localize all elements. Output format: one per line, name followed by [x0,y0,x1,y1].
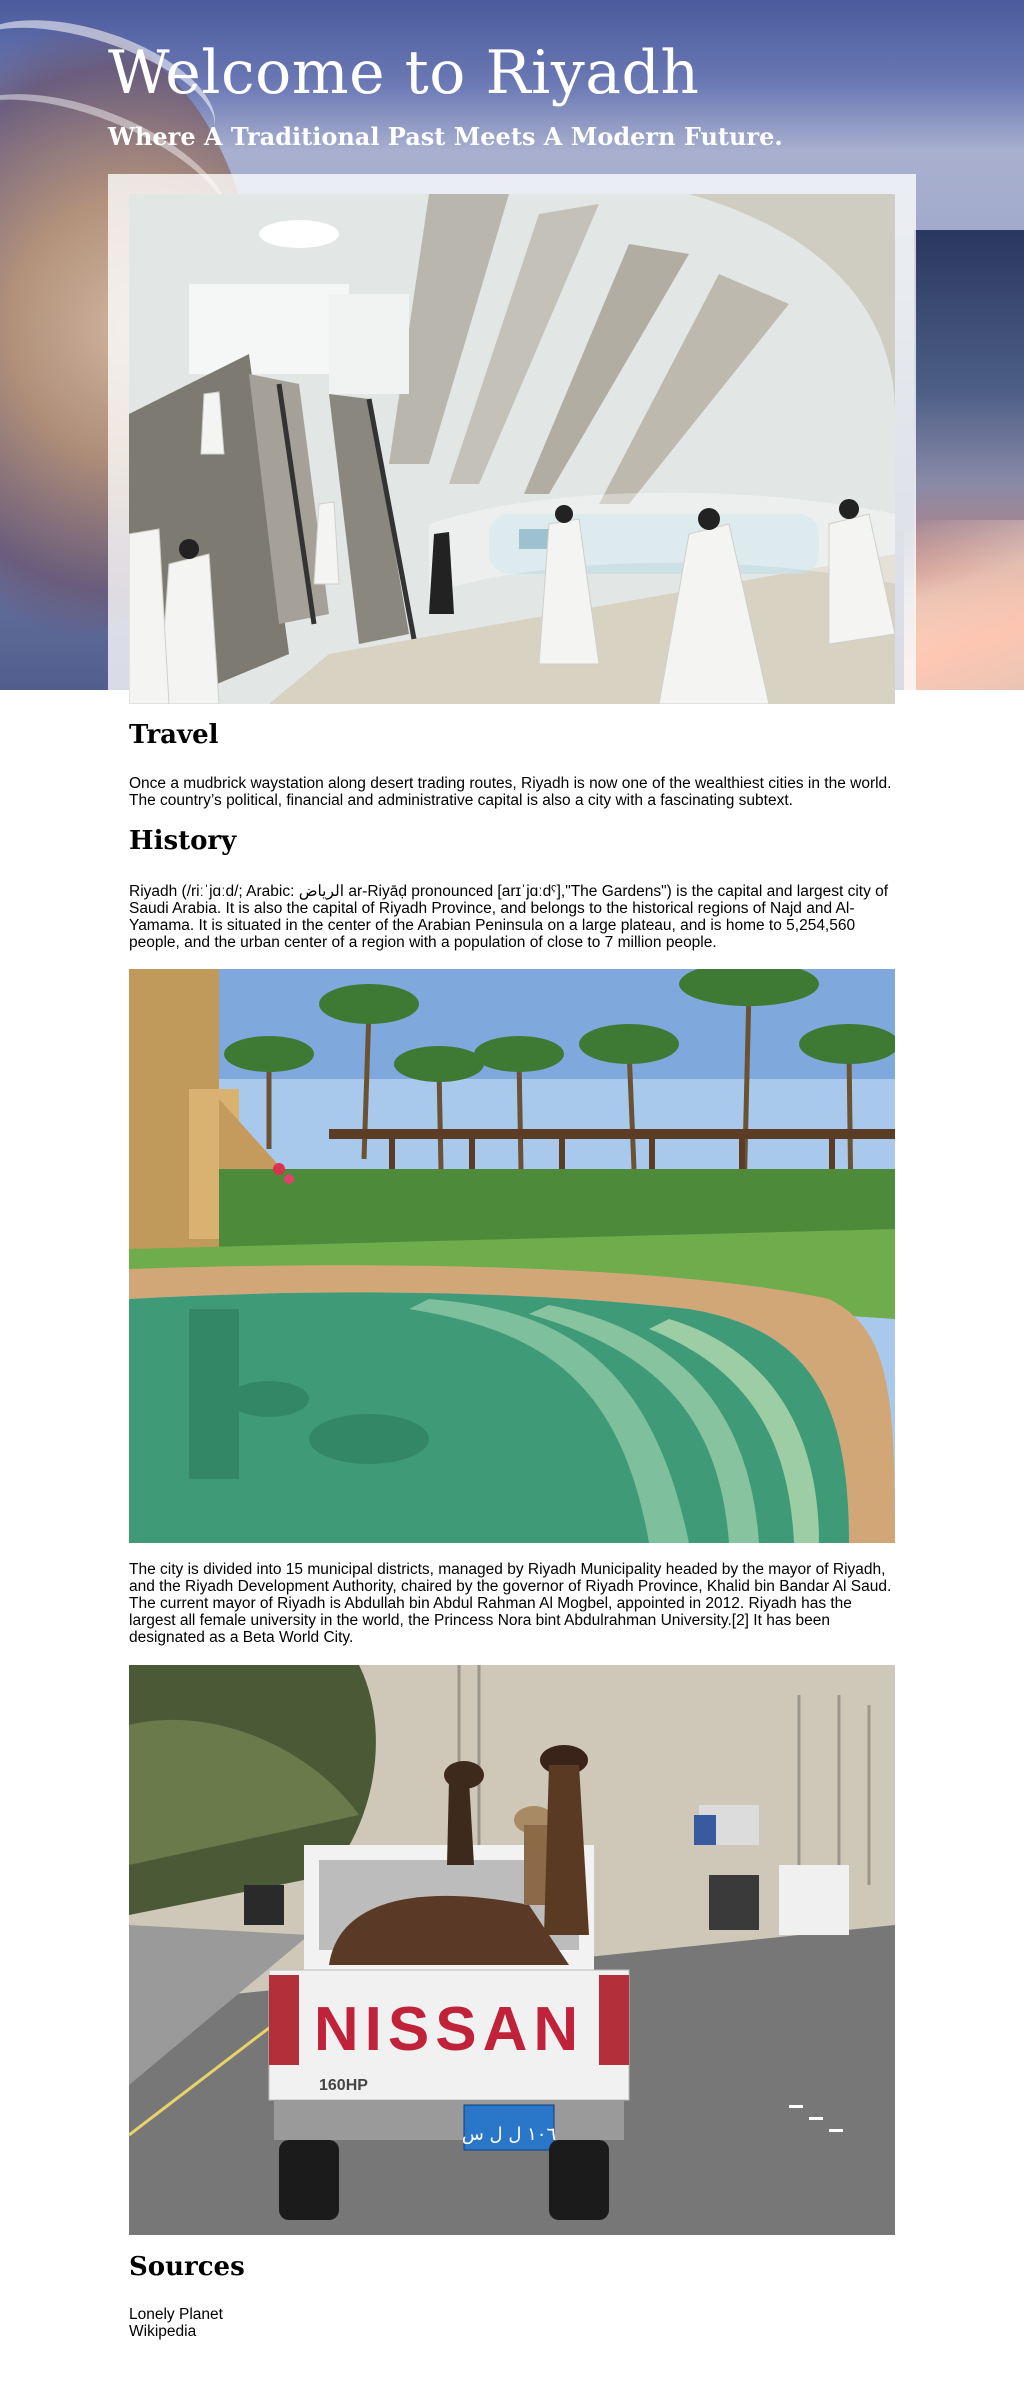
history-text-2: The city is divided into 15 municipal di… [129,1561,892,1646]
page-subtitle: Where A Traditional Past Meets A Modern … [108,122,783,151]
camel-truck-image: NISSAN 160HP ١٠٦ ل ل س [129,1665,895,2235]
metro-station-image [129,194,895,704]
page-title: Welcome to Riyadh [108,38,700,108]
sources-list: Lonely Planet Wikipedia [129,2306,223,2340]
truck-plate-text: ١٠٦ ل ل س [462,2124,556,2145]
source-item-wikipedia: Wikipedia [129,2323,197,2340]
hero-road-lights [904,520,1024,690]
history-heading: History [129,826,237,856]
truck-hp-text: 160HP [319,2077,368,2094]
source-item-lonely-planet: Lonely Planet [129,2306,223,2323]
garden-pool-image [129,969,895,1543]
sources-heading: Sources [129,2252,245,2282]
travel-heading: Travel [129,720,219,750]
travel-text: Once a mudbrick waystation along desert … [129,775,892,809]
truck-brand-text: NISSAN [314,1995,584,2064]
history-text-1: Riyadh (/riːˈjɑːd/; Arabic: الرياض ar-Ri… [129,883,889,951]
